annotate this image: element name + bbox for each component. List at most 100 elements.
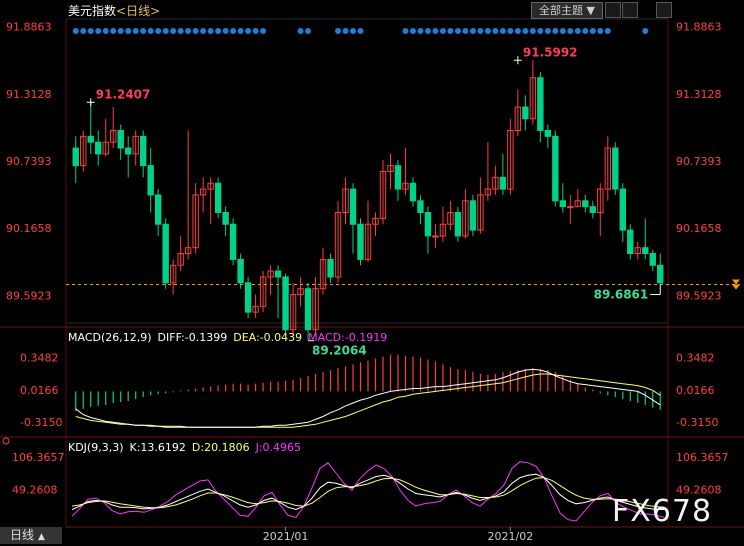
candle-body [424, 212, 432, 237]
candle-body [567, 206, 574, 209]
candle-body [454, 212, 462, 237]
signal-dot [237, 28, 244, 34]
candle-body [349, 188, 357, 225]
signal-dot [462, 28, 469, 34]
macd-diff: DIFF:-0.1399 [157, 331, 228, 344]
restore-icon[interactable] [622, 2, 638, 18]
macd-y-tick-left: 0.3482 [20, 352, 59, 365]
k-line [71, 473, 664, 511]
signal-dot [140, 28, 147, 34]
signal-dot [155, 28, 162, 34]
signal-dot [252, 28, 259, 34]
signal-dot [529, 28, 536, 34]
chart-title: 美元指数<日线> [68, 2, 160, 19]
theme-select-button[interactable]: 全部主题 ▼ [531, 2, 603, 19]
signal-dot [80, 28, 87, 34]
candle-body [327, 258, 334, 278]
candle-body [612, 147, 619, 190]
tab-daily[interactable]: 日线 ▲ [0, 527, 62, 544]
y-tick-right: 91.3128 [676, 88, 722, 101]
signal-dot [222, 28, 229, 34]
signal-dot [350, 28, 357, 34]
last-price-marker-icon [732, 284, 740, 290]
signal-dot [335, 28, 342, 34]
candle-body [139, 135, 147, 167]
chevron-up-icon: ▲ [38, 532, 45, 542]
x-tick-label: 2021/01 [263, 530, 309, 543]
candle-body [469, 200, 477, 231]
y-tick-left: 90.1658 [6, 222, 52, 235]
signal-dot [245, 28, 252, 34]
y-tick-right: 89.5923 [676, 289, 722, 302]
minimize-icon[interactable] [605, 2, 621, 18]
candle-body [154, 194, 162, 225]
tab-daily-label: 日线 [10, 528, 35, 542]
signal-dot [597, 28, 604, 34]
signal-dot [589, 28, 596, 34]
signal-dot [522, 28, 529, 34]
candle-body [214, 182, 222, 214]
chart-canvas: 91.8863 91.8863 91.3128 91.3128 90.7393 90.73… [0, 18, 744, 543]
candle-body [394, 165, 402, 190]
signal-dot [132, 28, 139, 34]
signal-dot [454, 28, 461, 34]
candle-body [244, 282, 252, 313]
candle-body [552, 135, 559, 202]
signal-dot [207, 28, 214, 34]
candle-body [409, 182, 417, 202]
chevron-down-icon: ▼ [586, 4, 595, 17]
price-panel-frame [65, 18, 669, 324]
candle-body [95, 141, 102, 155]
macd-y-tick-right: -0.3150 [676, 416, 718, 429]
period-label[interactable]: <日线> [116, 4, 160, 18]
price-annotation: 91.5992 [523, 45, 578, 59]
signal-dot [439, 28, 446, 34]
signal-dot [432, 28, 439, 34]
signal-dot [492, 28, 499, 34]
candle-body [357, 223, 364, 260]
candle-body [117, 129, 124, 149]
candle-body [544, 129, 552, 137]
macd-macd: MACD:-0.1919 [308, 331, 388, 344]
signal-dot [424, 28, 431, 34]
candle-body [222, 212, 229, 225]
signal-dot [117, 28, 124, 34]
kdj-y-tick-left: 49.2608 [12, 483, 58, 496]
instrument-name: 美元指数 [68, 4, 117, 18]
signal-dot [110, 28, 117, 34]
candle-body [559, 200, 567, 208]
candle-body [619, 188, 626, 231]
signal-dot [87, 28, 94, 34]
signal-dot [170, 28, 177, 34]
y-tick-right: 90.1658 [676, 222, 722, 235]
candle-body [72, 147, 79, 167]
close-icon[interactable] [656, 2, 672, 18]
macd-name: MACD(26,12,9) [68, 331, 152, 344]
last-price-marker-icon [732, 279, 740, 285]
signal-dot [162, 28, 169, 34]
signal-dot [604, 28, 611, 34]
signal-dot [260, 28, 267, 34]
kdj-header: KDJ(9,3,3) K:13.6192 D:20.1806 J:0.4965 [68, 441, 307, 454]
candle-body [282, 276, 289, 331]
candle-body [649, 253, 656, 266]
candle-body [522, 106, 529, 120]
signal-dot [499, 28, 506, 34]
y-tick-right: 91.8863 [676, 21, 722, 34]
x-tick-label: 2021/02 [488, 530, 534, 543]
signal-dot [305, 28, 312, 34]
signal-dot [125, 28, 132, 34]
signal-dot [447, 28, 454, 34]
candle-body [237, 258, 244, 284]
candle-body [627, 229, 634, 255]
candle-body [304, 288, 312, 331]
signal-dot [469, 28, 476, 34]
signal-dot [72, 28, 79, 34]
signal-dot [484, 28, 491, 34]
price-annotation: 91.2407 [96, 87, 151, 101]
signal-dot [402, 28, 409, 34]
j-line [71, 461, 665, 522]
macd-y-tick-right: 0.0166 [676, 384, 715, 397]
signal-dot [342, 28, 349, 34]
candle-body [499, 176, 507, 190]
